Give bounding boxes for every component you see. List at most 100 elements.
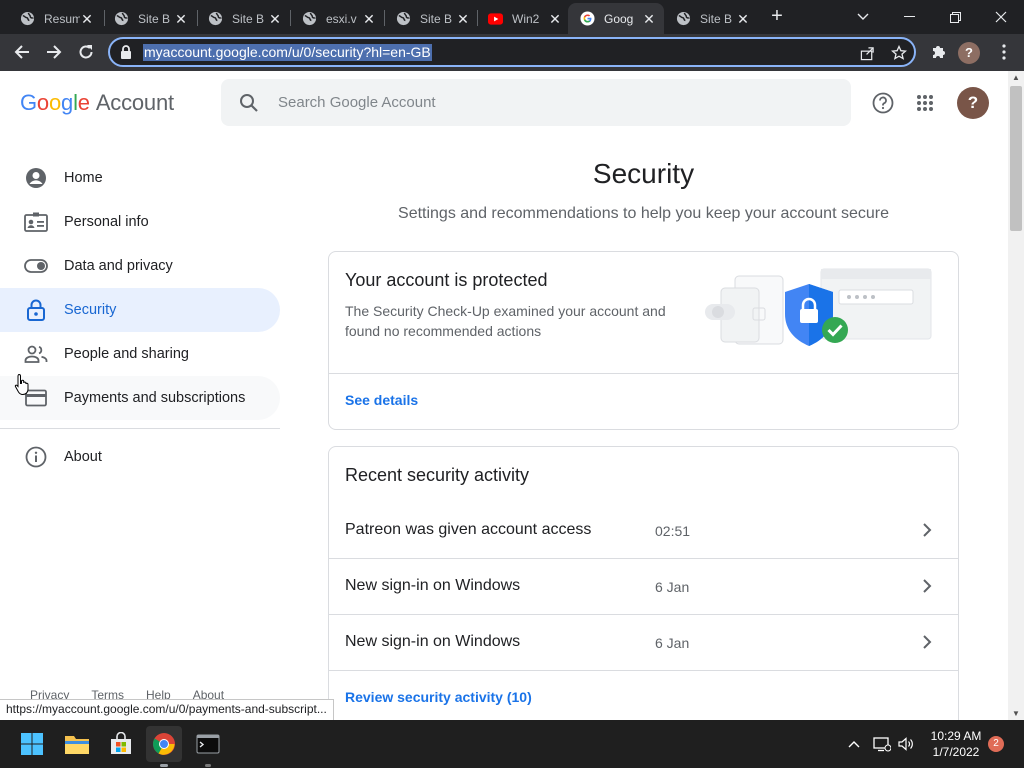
page-scrollbar[interactable]: ▲ ▼ — [1008, 71, 1024, 720]
volume-icon[interactable] — [896, 734, 916, 754]
search-icon[interactable] — [239, 93, 259, 118]
browser-tab[interactable]: Site B ✕ — [664, 3, 758, 34]
browser-tab-active[interactable]: Goog ✕ — [568, 3, 664, 34]
reload-icon[interactable] — [72, 38, 100, 66]
card-title: Your account is protected — [345, 270, 548, 290]
tab-close-icon[interactable]: ✕ — [174, 12, 188, 26]
browser-tab[interactable]: esxi.v ✕ — [290, 3, 384, 34]
file-explorer-icon[interactable] — [59, 726, 95, 762]
page-title: Security — [592, 158, 695, 189]
share-icon[interactable] — [858, 44, 876, 62]
globe-icon — [676, 11, 691, 26]
page-subtitle: Settings and recommendations to help you… — [398, 205, 889, 222]
lock-icon[interactable] — [120, 45, 132, 64]
address-bar[interactable]: myaccount.google.com/u/0/security?hl=en-… — [108, 37, 916, 67]
browser-tab[interactable]: Resum ✕ — [8, 3, 102, 34]
logo-letter: o — [36, 90, 49, 115]
tab-title: Goog — [604, 11, 634, 26]
restore-icon[interactable] — [932, 0, 978, 34]
tab-close-icon[interactable]: ✕ — [80, 12, 94, 26]
nav-item-personal-info[interactable]: Personal info — [0, 200, 280, 244]
logo-letter: e — [77, 90, 90, 115]
windows-start-icon[interactable] — [14, 726, 50, 762]
hand-cursor-icon — [14, 373, 30, 400]
browser-tab[interactable]: Site B ✕ — [384, 3, 478, 34]
google-icon — [580, 11, 595, 26]
forward-arrow-icon[interactable] — [40, 38, 68, 66]
tab-search-chevron-icon[interactable] — [840, 0, 886, 34]
side-nav: Home Personal info Data and privacy Secu… — [0, 156, 280, 479]
tab-close-icon[interactable]: ✕ — [268, 12, 282, 26]
chevron-right-icon — [922, 634, 932, 655]
account-avatar[interactable]: ? — [957, 87, 989, 119]
nav-item-about[interactable]: About — [0, 435, 280, 479]
tab-title: Site B — [138, 11, 171, 26]
google-account-logo[interactable]: Google Account — [20, 90, 174, 116]
bookmark-star-icon[interactable] — [890, 44, 908, 62]
system-clock[interactable]: 10:29 AM 1/7/2022 — [926, 728, 986, 760]
network-icon[interactable] — [872, 734, 892, 754]
browser-tab[interactable]: Win2 ✕ — [476, 3, 570, 34]
lock-icon — [24, 298, 48, 322]
people-icon — [24, 342, 48, 366]
youtube-icon — [488, 11, 503, 26]
nav-label: About — [64, 449, 102, 465]
chrome-taskbar-icon[interactable] — [146, 726, 182, 762]
back-arrow-icon[interactable] — [8, 38, 36, 66]
recent-security-activity-card: Recent security activity Patreon was giv… — [328, 446, 959, 720]
globe-icon — [20, 11, 35, 26]
microsoft-store-icon[interactable] — [103, 726, 139, 762]
tab-title: Resum — [44, 11, 80, 26]
scroll-down-arrow-icon[interactable]: ▼ — [1012, 709, 1020, 718]
tab-close-icon[interactable]: ✕ — [456, 12, 470, 26]
help-icon[interactable] — [870, 90, 896, 116]
scrollbar-thumb[interactable] — [1010, 86, 1022, 231]
info-icon — [24, 445, 48, 469]
activity-row[interactable]: New sign-in on Windows 6 Jan — [329, 615, 958, 671]
page-content: Google Account Search Google Account ? Ho… — [0, 71, 1008, 720]
tab-close-icon[interactable]: ✕ — [642, 12, 656, 26]
browser-tab[interactable]: Site B ✕ — [102, 3, 196, 34]
activity-text: New sign-in on Windows — [345, 577, 521, 594]
windows-taskbar: 10:29 AM 1/7/2022 2 — [0, 720, 1024, 768]
tab-close-icon[interactable]: ✕ — [736, 12, 750, 26]
new-tab-plus-icon[interactable]: + — [766, 6, 788, 28]
activity-row[interactable]: New sign-in on Windows 6 Jan — [329, 559, 958, 615]
see-details-link[interactable]: See details — [345, 392, 418, 408]
nav-label: Data and privacy — [64, 258, 173, 274]
nav-item-home[interactable]: Home — [0, 156, 280, 200]
nav-item-people-and-sharing[interactable]: People and sharing — [0, 332, 280, 376]
row-divider — [329, 670, 958, 671]
kebab-menu-icon[interactable] — [990, 38, 1018, 66]
browser-toolbar: myaccount.google.com/u/0/security?hl=en-… — [0, 34, 1024, 71]
activity-text: Patreon was given account access — [345, 521, 592, 538]
logo-letter: o — [48, 90, 62, 115]
close-window-icon[interactable] — [978, 0, 1024, 34]
search-account-input[interactable]: Search Google Account — [221, 79, 851, 126]
chevron-right-icon — [922, 578, 932, 599]
minimize-icon[interactable] — [886, 0, 932, 34]
browser-profile-avatar[interactable]: ? — [958, 42, 980, 64]
notification-badge[interactable]: 2 — [988, 736, 1004, 752]
logo-letter: g — [61, 90, 74, 115]
nav-item-payments-and-subscriptions[interactable]: Payments and subscriptions — [0, 376, 280, 420]
search-placeholder: Search Google Account — [278, 94, 436, 111]
nav-item-data-and-privacy[interactable]: Data and privacy — [0, 244, 280, 288]
activity-row[interactable]: Patreon was given account access 02:51 — [329, 503, 958, 559]
terminal-icon[interactable] — [190, 726, 226, 762]
nav-label: Payments and subscriptions — [64, 390, 246, 406]
browser-tab[interactable]: Site B ✕ — [196, 3, 290, 34]
toggle-icon — [24, 254, 48, 278]
nav-item-security[interactable]: Security — [0, 288, 280, 332]
globe-icon — [114, 11, 129, 26]
review-security-activity-link[interactable]: Review security activity (10) — [345, 689, 532, 705]
nav-divider — [0, 428, 280, 429]
tab-close-icon[interactable]: ✕ — [548, 12, 562, 26]
tab-close-icon[interactable]: ✕ — [362, 12, 376, 26]
globe-icon — [208, 11, 223, 26]
apps-grid-icon[interactable] — [912, 90, 938, 116]
tray-chevron-up-icon[interactable] — [844, 734, 864, 754]
scroll-up-arrow-icon[interactable]: ▲ — [1012, 73, 1020, 82]
url-text[interactable]: myaccount.google.com/u/0/security?hl=en-… — [143, 44, 432, 61]
extensions-puzzle-icon[interactable] — [924, 38, 952, 66]
